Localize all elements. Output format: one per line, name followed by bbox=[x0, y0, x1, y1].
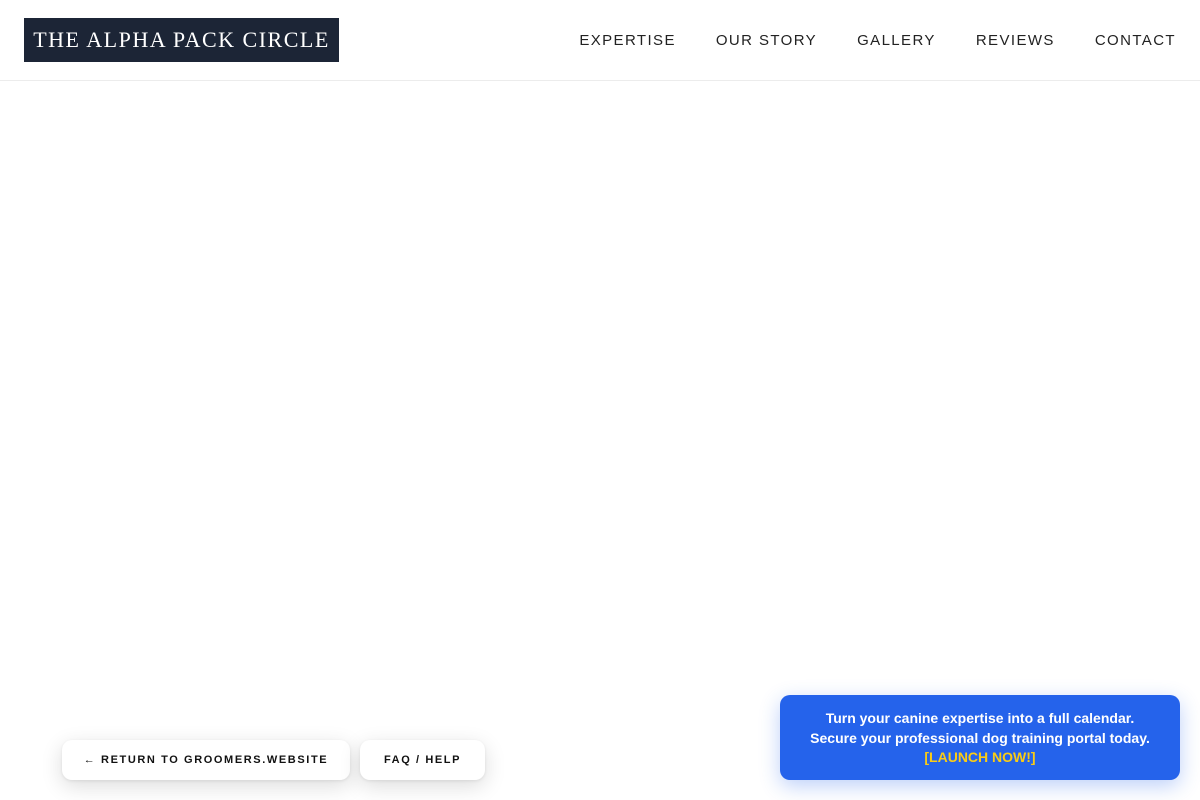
nav-item-expertise[interactable]: EXPERTISE bbox=[579, 32, 676, 49]
return-to-site-button[interactable]: ← RETURN TO GROOMERS.WEBSITE bbox=[62, 740, 350, 780]
main-content bbox=[0, 81, 1200, 800]
nav-item-reviews[interactable]: REVIEWS bbox=[976, 32, 1055, 49]
promo-launch-link[interactable]: [LAUNCH NOW!] bbox=[780, 748, 1180, 767]
promo-line-1: Turn your canine expertise into a full c… bbox=[825, 710, 1135, 726]
site-logo[interactable]: THE ALPHA PACK CIRCLE bbox=[24, 18, 339, 62]
page: THE ALPHA PACK CIRCLE EXPERTISE OUR STOR… bbox=[0, 0, 1200, 800]
site-header: THE ALPHA PACK CIRCLE EXPERTISE OUR STOR… bbox=[0, 0, 1200, 81]
nav-item-our-story[interactable]: OUR STORY bbox=[716, 32, 817, 49]
promo-banner[interactable]: Turn your canine expertise into a full c… bbox=[780, 695, 1180, 780]
promo-line-2: Secure your professional dog training po… bbox=[810, 730, 1150, 746]
nav-item-gallery[interactable]: GALLERY bbox=[857, 32, 936, 49]
faq-help-button[interactable]: FAQ / HELP bbox=[360, 740, 485, 780]
nav-item-contact[interactable]: CONTACT bbox=[1095, 32, 1176, 49]
main-nav: EXPERTISE OUR STORY GALLERY REVIEWS CONT… bbox=[579, 0, 1176, 80]
